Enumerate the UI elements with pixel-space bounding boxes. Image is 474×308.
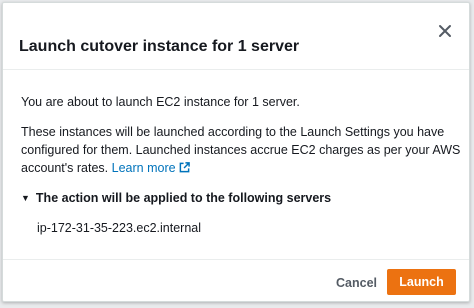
modal-title: Launch cutover instance for 1 server [19, 38, 300, 55]
close-button[interactable] [437, 23, 455, 41]
learn-more-label: Learn more [111, 161, 176, 175]
caret-down-icon: ▼ [21, 193, 30, 203]
learn-more-link[interactable]: Learn more [112, 161, 190, 175]
modal-header: Launch cutover instance for 1 server [3, 3, 469, 70]
description-body: These instances will be launched accordi… [21, 125, 461, 175]
launch-cutover-modal: Launch cutover instance for 1 server You… [2, 2, 470, 302]
expander-label: The action will be applied to the follow… [35, 191, 332, 205]
close-icon [439, 25, 451, 37]
external-link-icon [179, 160, 190, 178]
description-text: These instances will be launched accordi… [21, 123, 461, 178]
server-list-item: ip-172-31-35-223.ec2.internal [37, 221, 201, 235]
modal-footer: Cancel Launch [3, 259, 469, 304]
servers-expander[interactable]: ▼ The action will be applied to the follo… [21, 189, 331, 207]
cancel-button[interactable]: Cancel [336, 276, 377, 290]
launch-button[interactable]: Launch [387, 269, 456, 295]
intro-text: You are about to launch EC2 instance for… [21, 95, 300, 109]
